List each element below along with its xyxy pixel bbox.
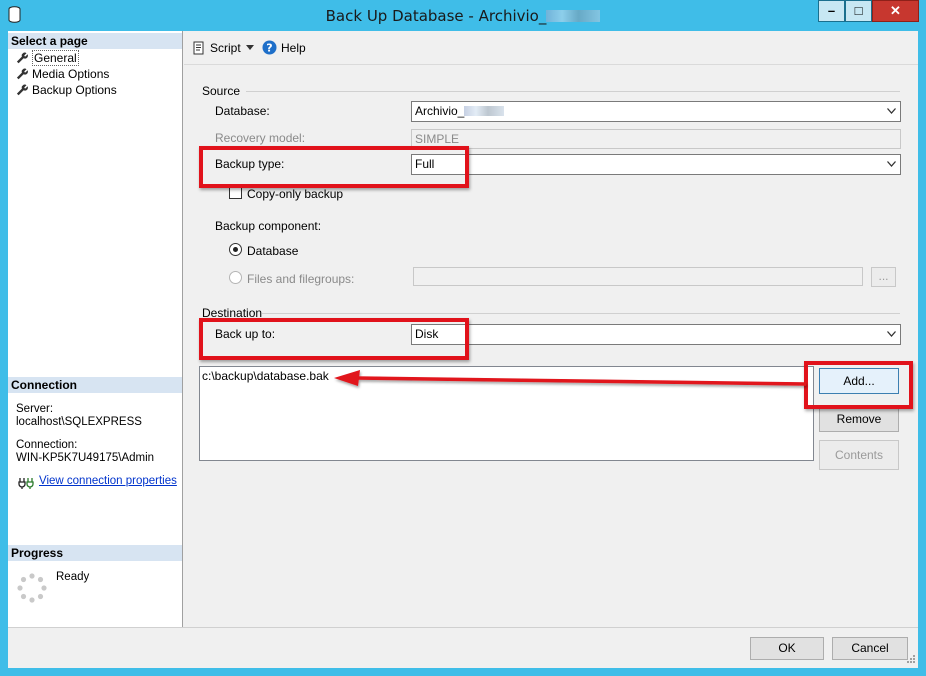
toolbar: Script ? Help (184, 31, 918, 65)
svg-text:?: ? (266, 42, 272, 55)
redacted-name (546, 10, 601, 22)
wrench-icon (16, 84, 28, 96)
source-group-label: Source (202, 84, 241, 98)
script-icon (193, 41, 204, 55)
back-up-to-label: Back up to: (215, 327, 276, 341)
backup-component-label: Backup component: (215, 219, 322, 233)
script-button[interactable]: Script (192, 40, 241, 56)
left-pane: Select a page General Media Options Back… (8, 31, 183, 627)
recovery-model-label: Recovery model: (215, 131, 306, 145)
filegroups-field (413, 267, 863, 286)
backup-type-label: Backup type: (215, 157, 285, 171)
page-item-media-options[interactable]: Media Options (14, 66, 109, 82)
component-files-label: Files and filegroups: (247, 272, 355, 286)
help-icon: ? (262, 40, 277, 55)
destination-group-label: Destination (202, 306, 263, 320)
browse-filegroups-button[interactable]: ... (871, 267, 896, 287)
divider (262, 313, 900, 314)
list-item[interactable]: c:\backup\database.bak (202, 369, 329, 383)
minimize-button[interactable]: – (818, 0, 845, 22)
redacted-name (464, 106, 505, 116)
page-item-label: Media Options (32, 67, 110, 81)
wrench-icon (16, 52, 28, 64)
server-value: localhost\SQLEXPRESS (16, 416, 142, 428)
page-item-label: Backup Options (32, 83, 117, 97)
contents-button[interactable]: Contents (819, 440, 899, 470)
window-title: Back Up Database - Archivio_ (0, 7, 926, 25)
close-button[interactable]: ✕ (872, 0, 919, 22)
connection-label: Connection: (16, 439, 78, 451)
dialog-window: Back Up Database - Archivio_ – □ ✕ Selec… (0, 0, 926, 676)
connection-value: WIN-KP5K7U49175\Admin (16, 452, 155, 464)
progress-status: Ready (56, 571, 90, 583)
database-combo[interactable]: Archivio_ (411, 101, 901, 122)
component-database-label: Database (247, 244, 299, 258)
add-button[interactable]: Add... (819, 368, 899, 394)
plug-icon (18, 478, 34, 489)
chevron-down-icon (887, 108, 896, 114)
page-item-label: General (32, 50, 79, 66)
dialog-client: Select a page General Media Options Back… (8, 31, 918, 668)
backup-type-combo[interactable]: Full (411, 154, 901, 175)
recovery-model-field: SIMPLE (411, 129, 901, 149)
ok-button[interactable]: OK (750, 637, 824, 660)
component-database-radio[interactable] (229, 243, 242, 256)
server-label: Server: (16, 403, 54, 415)
page-item-backup-options[interactable]: Backup Options (14, 82, 117, 98)
copy-only-label: Copy-only backup (247, 187, 344, 201)
connection-heading: Connection (8, 377, 182, 393)
select-page-heading: Select a page (8, 33, 182, 49)
database-label: Database: (215, 104, 270, 118)
cancel-button[interactable]: Cancel (832, 637, 908, 660)
dialog-footer: OK Cancel (8, 627, 918, 668)
progress-spinner-icon (17, 573, 47, 603)
page-item-general[interactable]: General (14, 50, 79, 66)
title-bar[interactable]: Back Up Database - Archivio_ – □ ✕ (0, 0, 926, 31)
view-connection-properties-link[interactable]: View connection properties (39, 475, 177, 488)
back-up-to-combo[interactable]: Disk (411, 324, 901, 345)
remove-button[interactable]: Remove (819, 406, 899, 432)
divider (246, 91, 900, 92)
chevron-down-icon (887, 161, 896, 167)
component-files-radio[interactable] (229, 271, 242, 284)
help-button[interactable]: ? Help (262, 40, 306, 56)
copy-only-checkbox[interactable] (229, 186, 242, 199)
chevron-down-icon[interactable] (246, 45, 254, 50)
wrench-icon (16, 68, 28, 80)
chevron-down-icon (887, 331, 896, 337)
destination-list[interactable]: c:\backup\database.bak (199, 366, 814, 461)
general-page: Source Database: Archivio_ Recovery mode… (184, 66, 918, 627)
resize-grip-icon[interactable] (904, 654, 916, 666)
maximize-button[interactable]: □ (845, 0, 872, 22)
progress-heading: Progress (8, 545, 182, 561)
